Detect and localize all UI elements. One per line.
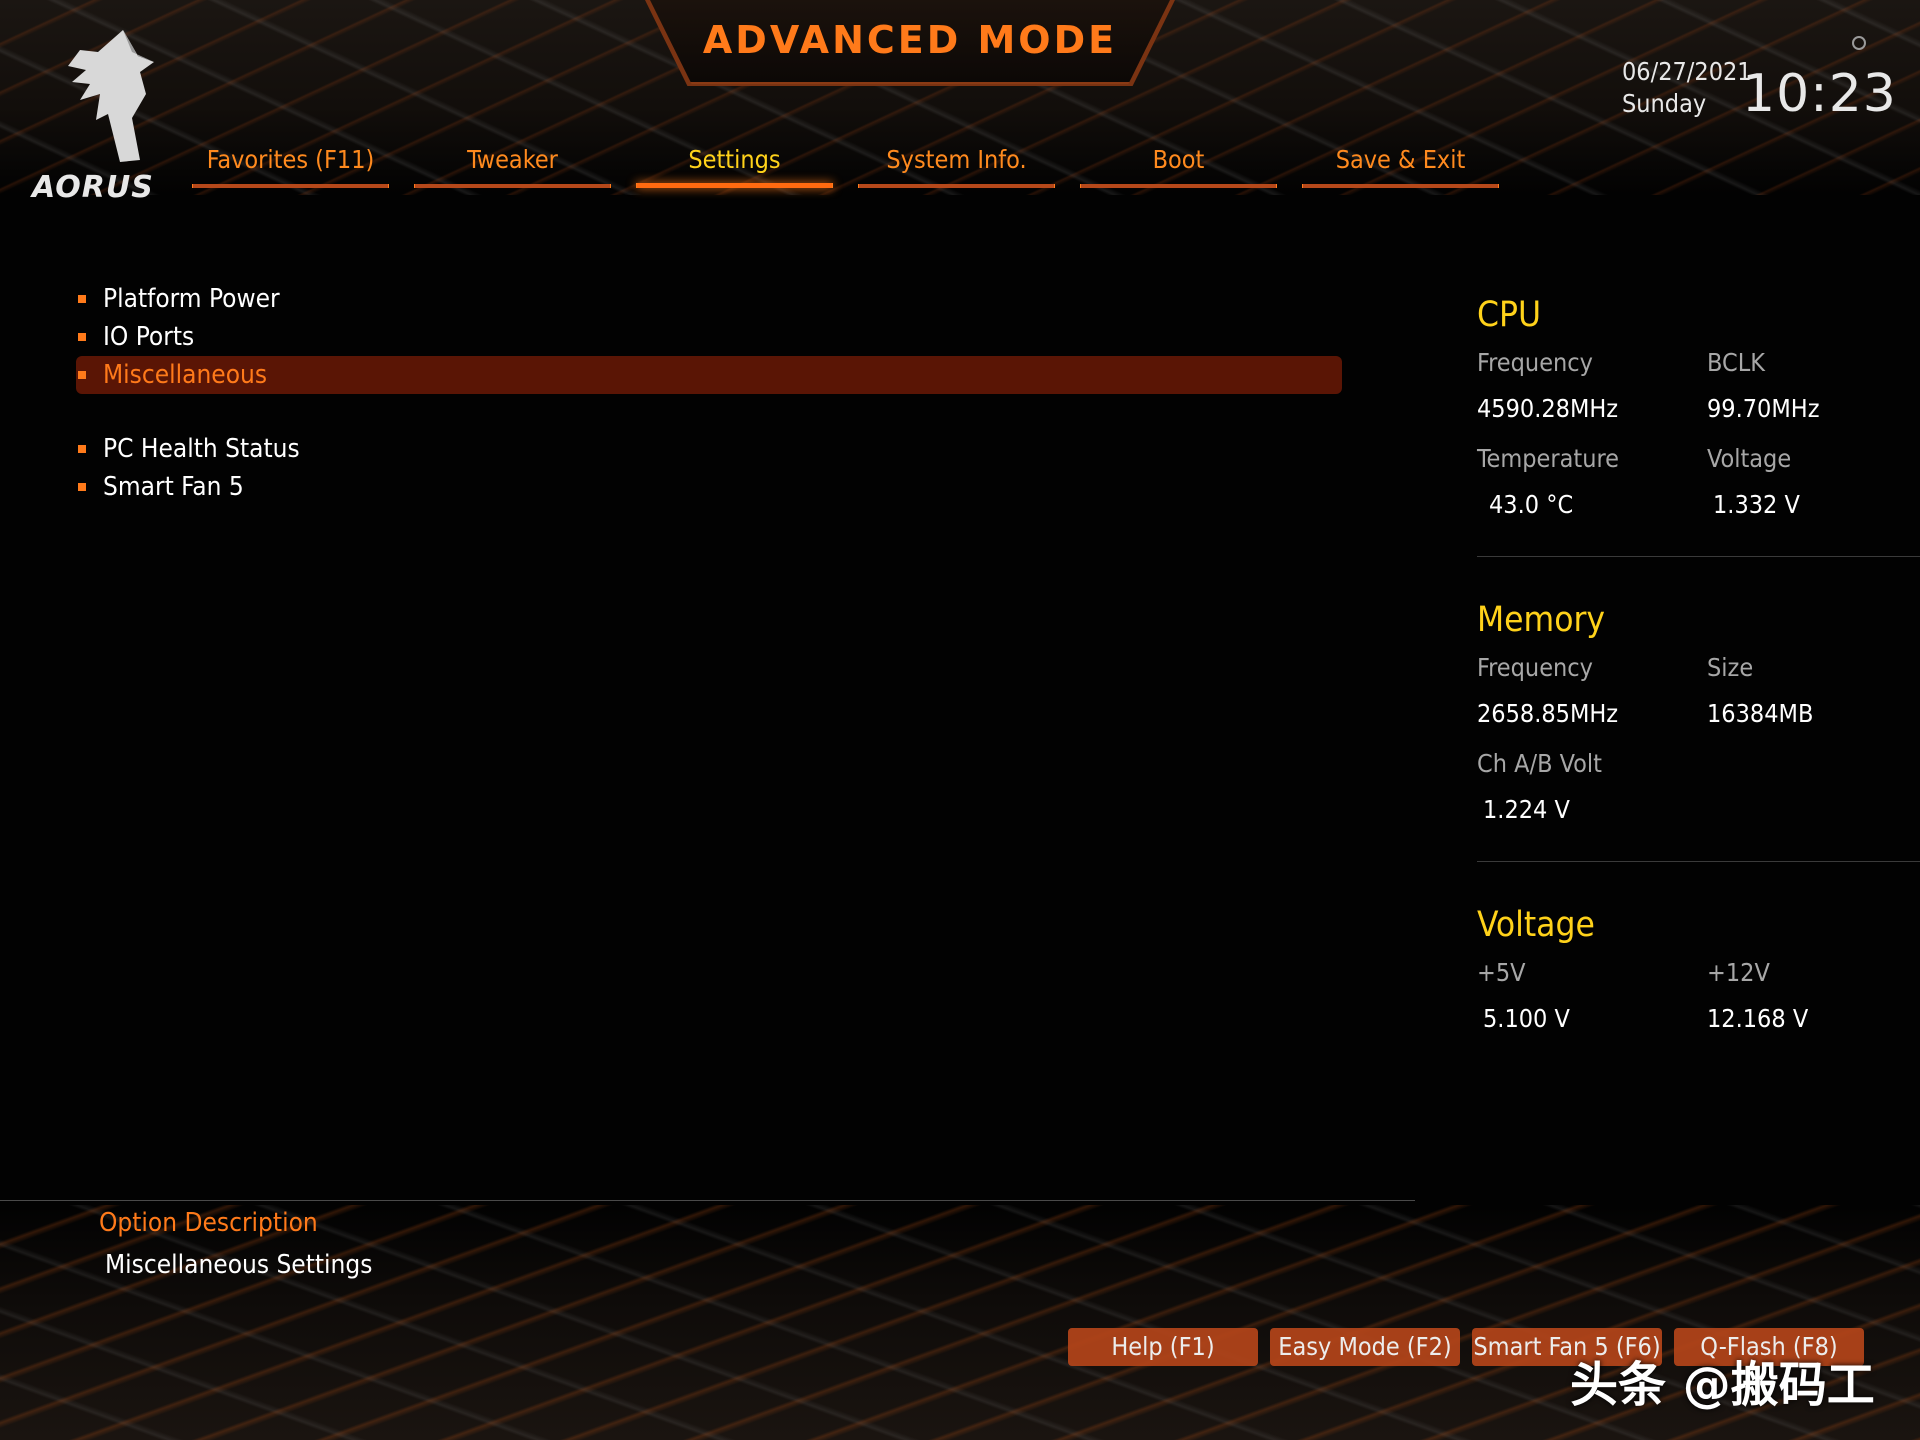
hardware-info-panel: CPU Frequency BCLK 4590.28MHz 99.70MHz T… [1477, 290, 1920, 1046]
menu-item-platform-power[interactable]: Platform Power [76, 280, 1342, 318]
bullet-icon [78, 483, 86, 491]
section-divider [1477, 861, 1920, 862]
day-text: Sunday [1622, 89, 1707, 118]
menu-item-label: Miscellaneous [103, 360, 268, 390]
menu-item-io-ports[interactable]: IO Ports [76, 318, 1342, 356]
cpu-section: CPU Frequency BCLK 4590.28MHz 99.70MHz T… [1477, 290, 1920, 557]
tab-favorites[interactable]: Favorites (F11) [192, 140, 389, 188]
memory-size-value: 16384MB [1707, 699, 1814, 728]
menu-item-label: Smart Fan 5 [103, 472, 244, 502]
memory-chab-volt-value: 1.224 V [1483, 795, 1570, 824]
memory-size-label: Size [1707, 653, 1754, 682]
cpu-title: CPU [1477, 295, 1542, 335]
memory-chab-volt-label: Ch A/B Volt [1477, 749, 1602, 778]
settings-gear-icon[interactable] [1852, 36, 1866, 50]
tab-label: Favorites (F11) [206, 145, 375, 174]
tab-label: System Info. [886, 145, 1027, 174]
menu-item-pc-health-status[interactable]: PC Health Status [76, 430, 1342, 468]
empty-cell [1707, 787, 1920, 837]
bullet-icon [78, 445, 86, 453]
date-text: 06/27/2021 [1622, 57, 1752, 86]
option-description-text: Miscellaneous Settings [105, 1250, 373, 1280]
tab-save-exit[interactable]: Save & Exit [1302, 140, 1499, 188]
cpu-bclk-value: 99.70MHz [1707, 394, 1820, 423]
empty-cell [1707, 741, 1920, 787]
logo-text: AORUS [32, 170, 154, 205]
memory-frequency-label: Frequency [1477, 653, 1593, 682]
watermark-text: 头条 @搬码工 [1570, 1357, 1875, 1413]
settings-menu: Platform Power IO Ports Miscellaneous PC… [76, 280, 1342, 506]
tab-boot[interactable]: Boot [1080, 140, 1277, 188]
voltage-5v-label: +5V [1477, 958, 1526, 987]
tab-label: Tweaker [467, 145, 558, 174]
easy-mode-button[interactable]: Easy Mode (F2) [1270, 1328, 1460, 1366]
date-block: 06/27/2021 Sunday [1622, 56, 1752, 120]
menu-item-smart-fan-5[interactable]: Smart Fan 5 [76, 468, 1342, 506]
cpu-voltage-value: 1.332 V [1713, 490, 1800, 519]
tab-tweaker[interactable]: Tweaker [414, 140, 611, 188]
tab-label: Save & Exit [1335, 145, 1466, 174]
menu-item-miscellaneous[interactable]: Miscellaneous [76, 356, 1342, 394]
option-description-title: Option Description [99, 1208, 318, 1238]
section-divider [1477, 556, 1920, 557]
description-divider [0, 1200, 1415, 1201]
voltage-12v-label: +12V [1707, 958, 1770, 987]
voltage-12v-value: 12.168 V [1707, 1004, 1809, 1033]
tab-bar: Favorites (F11) Tweaker Settings System … [192, 140, 1499, 188]
bullet-icon [78, 371, 86, 379]
cpu-temperature-label: Temperature [1477, 444, 1619, 473]
page-title: ADVANCED MODE [702, 18, 1118, 62]
tab-settings[interactable]: Settings [636, 140, 833, 188]
tab-system-info[interactable]: System Info. [858, 140, 1055, 188]
voltage-title: Voltage [1477, 905, 1595, 945]
menu-item-label: PC Health Status [103, 434, 300, 464]
tab-label: Boot [1152, 145, 1205, 174]
menu-item-label: IO Ports [103, 322, 195, 352]
memory-title: Memory [1477, 600, 1606, 640]
menu-item-label: Platform Power [103, 284, 280, 314]
voltage-5v-value: 5.100 V [1483, 1004, 1570, 1033]
bullet-icon [78, 295, 86, 303]
bullet-icon [78, 333, 86, 341]
tab-label: Settings [688, 145, 781, 174]
memory-section: Memory Frequency Size 2658.85MHz 16384MB… [1477, 595, 1920, 862]
cpu-voltage-label: Voltage [1707, 444, 1792, 473]
help-button[interactable]: Help (F1) [1068, 1328, 1258, 1366]
clock-time: 10:23 [1742, 64, 1897, 124]
cpu-frequency-value: 4590.28MHz [1477, 394, 1619, 423]
memory-frequency-value: 2658.85MHz [1477, 699, 1619, 728]
cpu-bclk-label: BCLK [1707, 348, 1765, 377]
cpu-temperature-value: 43.0 °C [1489, 490, 1574, 519]
voltage-section: Voltage +5V +12V 5.100 V 12.168 V [1477, 900, 1920, 1046]
cpu-frequency-label: Frequency [1477, 348, 1593, 377]
